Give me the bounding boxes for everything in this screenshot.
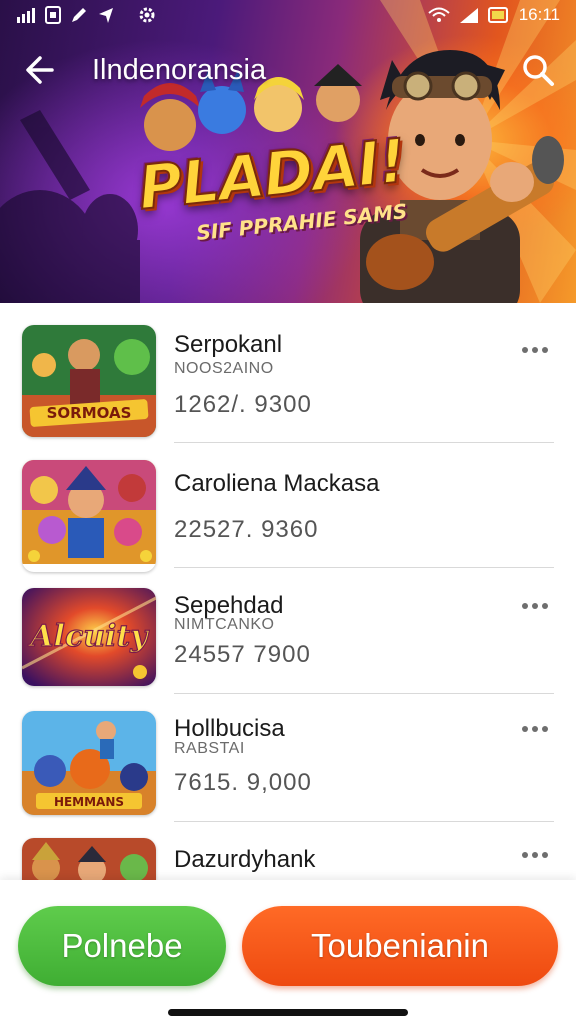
bottom-action-bar: Polnebe Toubenianin	[0, 880, 576, 1024]
item-title: Serpokanl	[174, 331, 283, 358]
battery-icon	[487, 6, 510, 24]
item-title: Hollbucisa	[174, 715, 285, 742]
thumbnail-image	[22, 460, 156, 572]
thumbnail-image: Alcuity	[22, 588, 156, 686]
settings-cog-icon	[138, 6, 156, 24]
page-title: Ilndenoransia	[92, 54, 267, 86]
list-item[interactable]: Alcuity Sepehdad NIMTCANKO 24557 7900	[0, 586, 576, 711]
thumbnail-caption: SORMOAS	[47, 404, 132, 422]
more-horizontal-icon[interactable]	[520, 722, 550, 736]
item-number: 1262/. 9300	[174, 391, 312, 418]
divider	[174, 442, 554, 443]
arrow-left-icon[interactable]	[22, 52, 58, 88]
item-title: Caroliena Mackasa	[174, 470, 380, 497]
home-indicator[interactable]	[168, 1009, 408, 1016]
thumbnail-image: HEMMANS	[22, 711, 156, 815]
item-subtitle: NOOS2AINO	[174, 360, 274, 377]
search-icon[interactable]	[520, 52, 556, 88]
thumbnail-caption: HEMMANS	[54, 795, 124, 809]
edit-icon	[70, 6, 88, 24]
signal-icon	[16, 7, 36, 23]
thumbnail-caption: Alcuity	[27, 619, 150, 654]
primary-green-button[interactable]: Polnebe	[18, 906, 226, 986]
navigation-icon	[97, 6, 115, 24]
cell-signal-icon	[459, 7, 479, 23]
list-item[interactable]: Caroliena Mackasa 22527. 9360	[0, 460, 576, 585]
more-horizontal-icon[interactable]	[520, 848, 550, 862]
item-subtitle: RABSTAI	[174, 740, 245, 757]
wifi-icon	[428, 7, 450, 23]
more-horizontal-icon[interactable]	[520, 343, 550, 357]
item-number: 7615. 9,000	[174, 769, 312, 796]
hero-banner: PLADAI! SIF PPRAHIE SAMS 16:11 Ilndenora…	[0, 0, 576, 303]
thumbnail-image: SORMOAS	[22, 325, 156, 437]
primary-orange-button[interactable]: Toubenianin	[242, 906, 558, 986]
status-bar: 16:11	[0, 0, 576, 30]
more-horizontal-icon[interactable]	[520, 599, 550, 613]
sim-icon	[45, 6, 61, 24]
divider	[174, 693, 554, 694]
app-bar: Ilndenoransia	[0, 44, 576, 96]
item-subtitle: NIMTCANKO	[174, 616, 275, 633]
list-item[interactable]: HEMMANS Hollbucisa RABSTAI 7615. 9,000	[0, 709, 576, 834]
item-title: Dazurdyhank	[174, 846, 316, 873]
item-number: 24557 7900	[174, 641, 311, 668]
divider	[174, 821, 554, 822]
status-time: 16:11	[518, 5, 560, 24]
item-number: 22527. 9360	[174, 516, 319, 543]
divider	[174, 567, 554, 568]
list-item[interactable]: SORMOAS Serpokanl NOOS2AINO 1262/. 9300	[0, 323, 576, 448]
